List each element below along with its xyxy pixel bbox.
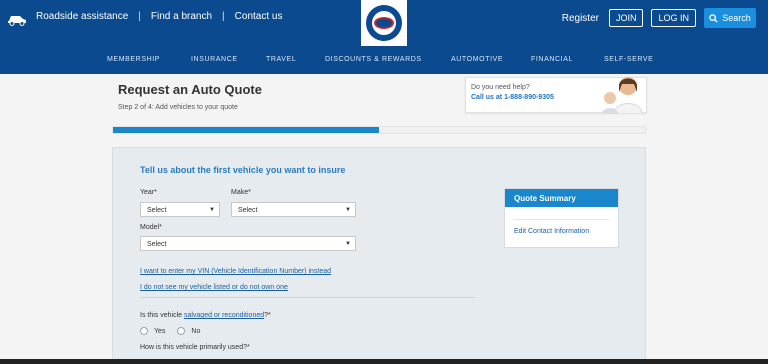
top-bar: Roadside assistance | Find a branch | Co… (0, 0, 768, 48)
salvaged-radio-group: Yes No (140, 327, 200, 335)
model-select[interactable]: Select ▼ (140, 236, 356, 251)
help-question: Do you need help? (471, 84, 530, 91)
form-title: Tell us about the first vehicle you want… (140, 165, 346, 175)
progress-fill (113, 127, 379, 133)
nav-automotive[interactable]: AUTOMOTIVE (451, 56, 503, 63)
year-label: Year* (140, 189, 157, 196)
make-select-value: Select (238, 207, 258, 214)
no-radio[interactable] (177, 327, 186, 335)
help-phone[interactable]: Call us at 1-888-890-9305 (471, 94, 554, 101)
nav-travel[interactable]: TRAVEL (266, 56, 296, 63)
support-agent-image (602, 77, 643, 114)
yes-label: Yes (154, 327, 166, 335)
edit-contact-link[interactable]: Edit Contact Information (514, 228, 589, 235)
aaa-logo-icon (366, 5, 402, 41)
page-title: Request an Auto Quote (118, 82, 262, 97)
bottom-bar (0, 359, 768, 364)
search-icon (709, 13, 718, 23)
main-nav: MEMBERSHIP INSURANCE TRAVEL DISCOUNTS & … (0, 48, 768, 74)
year-select-value: Select (147, 207, 167, 214)
quote-summary-title: Quote Summary (505, 189, 618, 207)
summary-divider (514, 219, 609, 220)
account-actions: Register JOIN LOG IN Search (562, 8, 756, 28)
chevron-down-icon: ▼ (345, 241, 351, 247)
salvaged-question: Is this vehicle salvaged or reconditione… (140, 312, 271, 319)
vin-link[interactable]: I want to enter my VIN (Vehicle Identifi… (140, 268, 331, 275)
chevron-down-icon: ▼ (345, 207, 351, 213)
find-branch-link[interactable]: Find a branch (151, 11, 212, 22)
join-button[interactable]: JOIN (608, 9, 644, 27)
nav-discounts[interactable]: DISCOUNTS & REWARDS (325, 56, 422, 63)
chevron-down-icon: ▼ (209, 207, 215, 213)
step-indicator: Step 2 of 4: Add vehicles to your quote (118, 104, 238, 111)
separator: | (138, 11, 141, 22)
help-box: Do you need help? Call us at 1-888-890-9… (465, 77, 647, 114)
search-label: Search (722, 13, 751, 23)
nav-self-serve[interactable]: SELF-SERVE (604, 56, 653, 63)
quote-summary: Quote Summary Edit Contact Information (504, 188, 619, 248)
model-select-value: Select (147, 241, 167, 248)
model-label: Model* (140, 224, 162, 231)
search-button[interactable]: Search (704, 8, 756, 28)
aaa-logo[interactable] (361, 0, 407, 46)
usage-label: How is this vehicle primarily used?* (140, 344, 250, 351)
utility-links: Roadside assistance | Find a branch | Co… (36, 11, 282, 22)
make-label: Make* (231, 189, 251, 196)
progress-bar (112, 126, 646, 134)
salvaged-link[interactable]: salvaged or reconditioned (184, 312, 264, 319)
nav-financial[interactable]: FINANCIAL (531, 56, 573, 63)
no-label: No (191, 327, 201, 335)
salvaged-prefix: Is this vehicle (140, 312, 184, 319)
divider (140, 297, 475, 298)
separator: | (222, 11, 225, 22)
not-listed-link[interactable]: I do not see my vehicle listed or do not… (140, 284, 288, 291)
register-link[interactable]: Register (562, 13, 599, 24)
nav-insurance[interactable]: INSURANCE (191, 56, 238, 63)
roadside-link[interactable]: Roadside assistance (36, 11, 128, 22)
login-button[interactable]: LOG IN (651, 9, 696, 27)
nav-membership[interactable]: MEMBERSHIP (107, 56, 160, 63)
make-select[interactable]: Select ▼ (231, 202, 356, 217)
yes-radio[interactable] (140, 327, 148, 335)
contact-link[interactable]: Contact us (235, 11, 283, 22)
salvaged-suffix: ?* (264, 312, 271, 319)
car-icon[interactable] (7, 12, 27, 26)
vehicle-form-panel: Tell us about the first vehicle you want… (112, 147, 646, 364)
year-select[interactable]: Select ▼ (140, 202, 220, 217)
